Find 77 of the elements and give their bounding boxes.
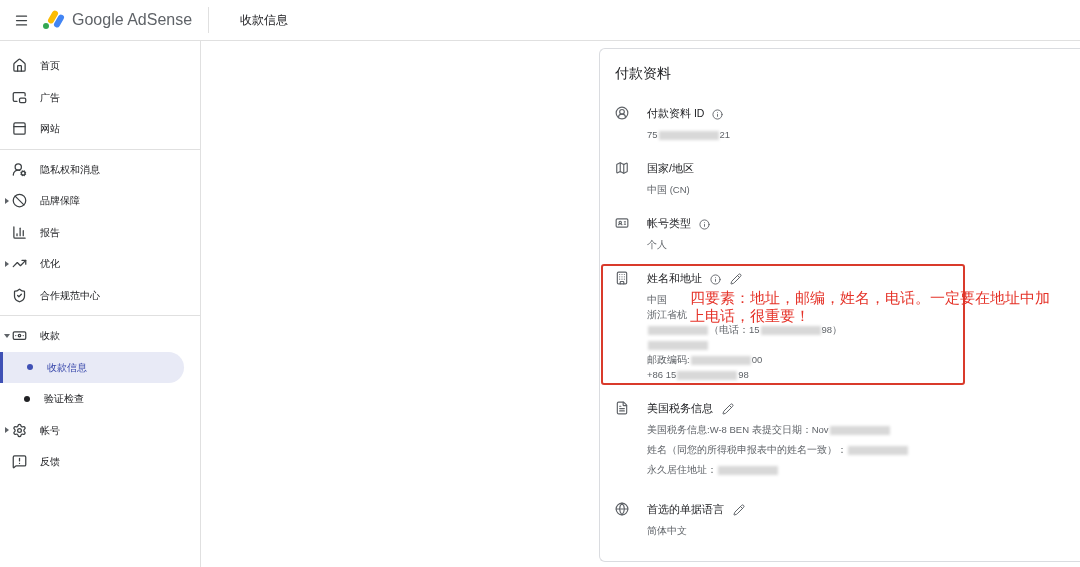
edit-icon[interactable] xyxy=(733,504,745,516)
field-value: 75 xyxy=(647,128,658,143)
id-card-icon xyxy=(615,216,629,230)
field-value: 00 xyxy=(751,353,763,368)
settings-icon xyxy=(12,422,27,438)
edit-icon[interactable] xyxy=(730,273,742,285)
redacted-mark xyxy=(829,426,890,435)
person-gear-icon xyxy=(12,161,27,177)
annotation-text: 上电话，很重要！ xyxy=(690,307,811,324)
redacted-mark xyxy=(677,371,738,380)
browser-window-icon xyxy=(12,121,27,137)
section-title: 首选的单据语言 xyxy=(647,502,724,518)
field-value: 姓名（同您的所得税申报表中的姓名一致）： xyxy=(647,443,847,458)
feedback-icon xyxy=(12,454,27,470)
nav-item[interactable]: 收款 xyxy=(0,320,200,352)
map-icon xyxy=(615,161,629,175)
field-value: 中国 (CN) xyxy=(647,183,690,198)
redacted-mark xyxy=(848,446,908,455)
prohibited-icon xyxy=(12,193,27,209)
picture-frame-icon xyxy=(12,89,27,105)
redacted-mark xyxy=(718,466,778,475)
bar-chart-icon xyxy=(12,224,27,240)
user-circle-icon xyxy=(615,106,629,120)
nav-item[interactable]: 网站 xyxy=(0,113,200,145)
field-value: 美国税务信息:W-8 BEN 表提交日期：Nov xyxy=(647,423,829,438)
field-value: 个人 xyxy=(647,238,667,253)
page-title: 收款信息 xyxy=(240,12,289,29)
redacted-mark xyxy=(690,356,751,365)
bullet-icon xyxy=(24,395,30,402)
nav-item[interactable]: 合作规范中心 xyxy=(0,279,200,311)
field-value: 简体中文 xyxy=(647,524,687,539)
shield-icon xyxy=(12,287,27,303)
nav-item[interactable]: 首页 xyxy=(0,50,200,82)
field-value: 98 xyxy=(738,368,749,383)
caret-icon[interactable] xyxy=(4,332,10,339)
logo-icon xyxy=(42,10,66,30)
redacted-mark xyxy=(648,341,708,350)
nav-item[interactable]: 品牌保障 xyxy=(0,185,200,217)
globe-icon xyxy=(615,502,629,516)
document-icon xyxy=(615,401,629,415)
home-icon xyxy=(12,58,27,74)
info-icon[interactable] xyxy=(710,273,721,285)
nav-item[interactable]: 优化 xyxy=(0,248,200,280)
caret-icon[interactable] xyxy=(4,427,10,434)
menu-icon[interactable] xyxy=(14,12,29,28)
section-title: 国家/地区 xyxy=(647,161,694,177)
info-icon[interactable] xyxy=(699,218,710,230)
redacted-mark xyxy=(760,326,821,335)
section-title: 付款资料 ID xyxy=(647,106,705,122)
field-value: 21 xyxy=(719,128,731,143)
nav-item[interactable]: 报告 xyxy=(0,216,200,248)
redacted-mark xyxy=(658,131,719,140)
field-value: 邮政编码: xyxy=(647,353,690,368)
nav-item[interactable]: 反馈 xyxy=(0,446,200,478)
nav-subitem[interactable]: 验证检查 xyxy=(0,383,184,415)
building-icon xyxy=(615,271,629,285)
field-value: （电话：15 xyxy=(709,323,760,338)
field-value: +86 15 xyxy=(647,368,677,383)
field-value: 中国 xyxy=(647,293,667,308)
info-icon[interactable] xyxy=(712,108,724,120)
caret-icon[interactable] xyxy=(4,197,10,204)
field-value: 浙江省杭 xyxy=(647,308,687,323)
field-value: 98） xyxy=(821,323,843,338)
nav-subitem[interactable]: 收款信息 xyxy=(0,351,184,383)
section-title: 帐号类型 xyxy=(647,216,691,232)
logo-text: Google AdSense xyxy=(72,10,193,30)
nav-item[interactable]: 帐号 xyxy=(0,414,200,446)
card-title: 付款资料 xyxy=(615,64,672,83)
bullet-icon xyxy=(27,364,33,371)
section-title: 姓名和地址 xyxy=(647,271,702,287)
nav-item[interactable]: 广告 xyxy=(0,81,200,113)
caret-icon[interactable] xyxy=(4,260,10,267)
redacted-mark xyxy=(648,326,708,335)
section-title: 美国税务信息 xyxy=(647,401,713,417)
edit-icon[interactable] xyxy=(722,403,734,415)
field-value: 永久居住地址： xyxy=(647,463,717,478)
nav-item[interactable]: 隐私权和消息 xyxy=(0,153,200,185)
